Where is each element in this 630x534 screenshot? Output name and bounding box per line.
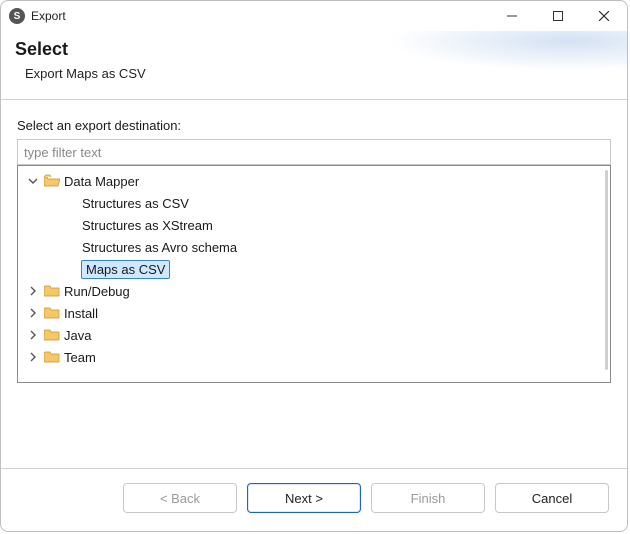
tree-node-label: Structures as XStream: [82, 218, 213, 233]
tree-node-team[interactable]: Team: [22, 346, 610, 368]
tree-node-label: Maps as CSV: [82, 261, 169, 278]
folder-icon: [44, 328, 60, 342]
maximize-icon: [553, 11, 563, 21]
wizard-content: Select an export destination: Data Mappe…: [1, 100, 627, 408]
tree-leaf-structures-xstream[interactable]: Structures as XStream: [22, 214, 610, 236]
close-icon: [599, 11, 609, 21]
page-subtitle: Export Maps as CSV: [25, 66, 611, 81]
folder-open-icon: [44, 174, 60, 188]
chevron-right-icon[interactable]: [26, 328, 40, 342]
tree-node-label: Structures as CSV: [82, 196, 189, 211]
tree-node-java[interactable]: Java: [22, 324, 610, 346]
chevron-right-icon[interactable]: [26, 284, 40, 298]
maximize-button[interactable]: [535, 1, 581, 31]
chevron-right-icon[interactable]: [26, 350, 40, 364]
export-dialog: S Export Select Export Maps as CSV Selec…: [0, 0, 628, 532]
back-button[interactable]: < Back: [123, 483, 237, 513]
tree-node-label: Structures as Avro schema: [82, 240, 237, 255]
cancel-button[interactable]: Cancel: [495, 483, 609, 513]
app-icon: S: [9, 8, 25, 24]
close-button[interactable]: [581, 1, 627, 31]
tree-node-label: Java: [64, 328, 91, 343]
tree-node-label: Run/Debug: [64, 284, 130, 299]
tree-node-label: Team: [64, 350, 96, 365]
tree-node-label: Install: [64, 306, 98, 321]
destination-label: Select an export destination:: [17, 118, 611, 133]
finish-button[interactable]: Finish: [371, 483, 485, 513]
tree-leaf-structures-avro[interactable]: Structures as Avro schema: [22, 236, 610, 258]
scrollbar[interactable]: [605, 170, 608, 370]
wizard-footer: < Back Next > Finish Cancel: [1, 469, 627, 531]
chevron-right-icon[interactable]: [26, 306, 40, 320]
tree-node-label: Data Mapper: [64, 174, 139, 189]
tree-node-run-debug[interactable]: Run/Debug: [22, 280, 610, 302]
next-button[interactable]: Next >: [247, 483, 361, 513]
tree-node-data-mapper[interactable]: Data Mapper: [22, 170, 610, 192]
window-title: Export: [31, 9, 66, 23]
chevron-down-icon[interactable]: [26, 174, 40, 188]
folder-icon: [44, 306, 60, 320]
folder-icon: [44, 284, 60, 298]
tree-node-install[interactable]: Install: [22, 302, 610, 324]
export-tree: Data Mapper Structures as CSV Structures…: [17, 165, 611, 383]
minimize-icon: [507, 11, 517, 21]
wizard-banner: Select Export Maps as CSV: [1, 31, 627, 100]
tree-leaf-maps-csv[interactable]: Maps as CSV: [22, 258, 610, 280]
minimize-button[interactable]: [489, 1, 535, 31]
title-bar: S Export: [1, 1, 627, 31]
filter-input[interactable]: [17, 139, 611, 165]
tree-leaf-structures-csv[interactable]: Structures as CSV: [22, 192, 610, 214]
page-title: Select: [15, 39, 611, 60]
folder-icon: [44, 350, 60, 364]
